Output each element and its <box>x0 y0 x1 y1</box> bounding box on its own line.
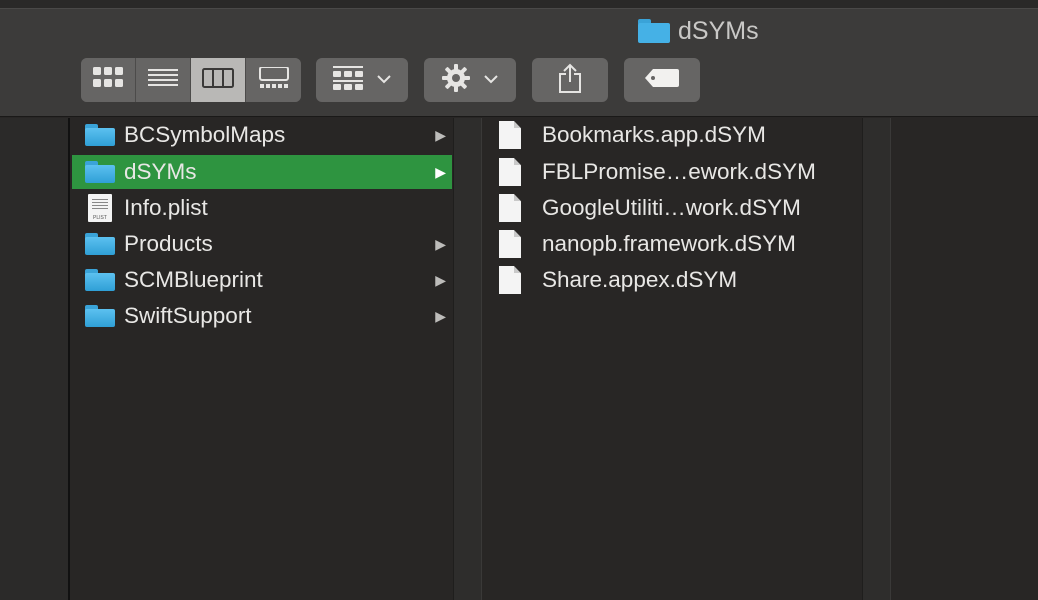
gallery-view-button[interactable] <box>246 58 301 102</box>
list-item[interactable]: Share.appex.dSYM <box>482 263 862 297</box>
column-view-button[interactable] <box>191 58 246 102</box>
sidebar <box>0 118 70 600</box>
item-label: Products <box>124 231 213 256</box>
column-empty <box>891 118 1038 600</box>
grid-icon <box>93 66 123 94</box>
folder-icon <box>84 121 116 149</box>
list-item[interactable]: Products ▶ <box>72 227 452 261</box>
share-button[interactable] <box>532 58 608 102</box>
list-item[interactable]: SwiftSupport ▶ <box>72 299 452 333</box>
column-resize-handle[interactable] <box>453 118 482 600</box>
document-icon <box>498 230 522 258</box>
item-label: GoogleUtiliti…work.dSYM <box>542 195 801 220</box>
item-label: Info.plist <box>124 195 208 220</box>
list-view-button[interactable] <box>136 58 191 102</box>
item-label: SCMBlueprint <box>124 267 263 292</box>
folder-icon <box>638 19 670 43</box>
list-item[interactable]: nanopb.framework.dSYM <box>482 227 862 261</box>
document-icon <box>498 266 522 294</box>
item-label: BCSymbolMaps <box>124 122 286 147</box>
folder-icon <box>84 302 116 330</box>
list-item[interactable]: PLIST Info.plist <box>72 191 452 225</box>
gear-icon <box>442 63 470 97</box>
disclosure-arrow-icon: ▶ <box>435 163 446 180</box>
action-button[interactable] <box>424 58 516 102</box>
window-top-edge <box>0 0 1038 9</box>
disclosure-arrow-icon: ▶ <box>435 307 446 324</box>
tag-icon <box>644 68 680 93</box>
list-item[interactable]: BCSymbolMaps ▶ <box>72 118 452 152</box>
chevron-down-icon <box>484 71 498 89</box>
columns-icon <box>202 67 234 93</box>
gallery-icon <box>258 65 289 94</box>
list-item[interactable]: dSYMs ▶ <box>72 155 452 189</box>
list-item[interactable]: GoogleUtiliti…work.dSYM <box>482 191 862 225</box>
view-mode-control <box>81 58 301 102</box>
plist-file-icon: PLIST <box>84 194 116 222</box>
disclosure-arrow-icon: ▶ <box>435 271 446 288</box>
disclosure-arrow-icon: ▶ <box>435 235 446 252</box>
share-icon <box>558 63 582 98</box>
icon-view-button[interactable] <box>81 58 136 102</box>
folder-icon <box>84 230 116 258</box>
column-resize-handle[interactable] <box>862 118 891 600</box>
column-root: BCSymbolMaps ▶ dSYMs ▶ PLIST Info.plist … <box>72 118 452 600</box>
folder-icon <box>84 158 116 186</box>
window-title-text: dSYMs <box>678 16 759 45</box>
group-by-icon <box>333 65 363 95</box>
list-item[interactable]: Bookmarks.app.dSYM <box>482 118 862 152</box>
tag-button[interactable] <box>624 58 700 102</box>
document-icon <box>498 194 522 222</box>
list-item[interactable]: SCMBlueprint ▶ <box>72 263 452 297</box>
item-label: Bookmarks.app.dSYM <box>542 122 766 147</box>
item-label: dSYMs <box>124 159 197 184</box>
item-label: FBLPromise…ework.dSYM <box>542 159 816 184</box>
group-by-button[interactable] <box>316 58 408 102</box>
document-icon <box>498 121 522 149</box>
disclosure-arrow-icon: ▶ <box>435 126 446 143</box>
folder-icon <box>84 266 116 294</box>
item-label: SwiftSupport <box>124 303 252 328</box>
list-icon <box>148 68 178 93</box>
item-label: nanopb.framework.dSYM <box>542 231 796 256</box>
toolbar: dSYMs <box>0 0 1038 117</box>
document-icon <box>498 158 522 186</box>
list-item[interactable]: FBLPromise…ework.dSYM <box>482 155 862 189</box>
column-dsyms: Bookmarks.app.dSYM FBLPromise…ework.dSYM… <box>482 118 862 600</box>
window-title: dSYMs <box>638 16 759 46</box>
item-label: Share.appex.dSYM <box>542 267 738 292</box>
chevron-down-icon <box>377 71 391 89</box>
